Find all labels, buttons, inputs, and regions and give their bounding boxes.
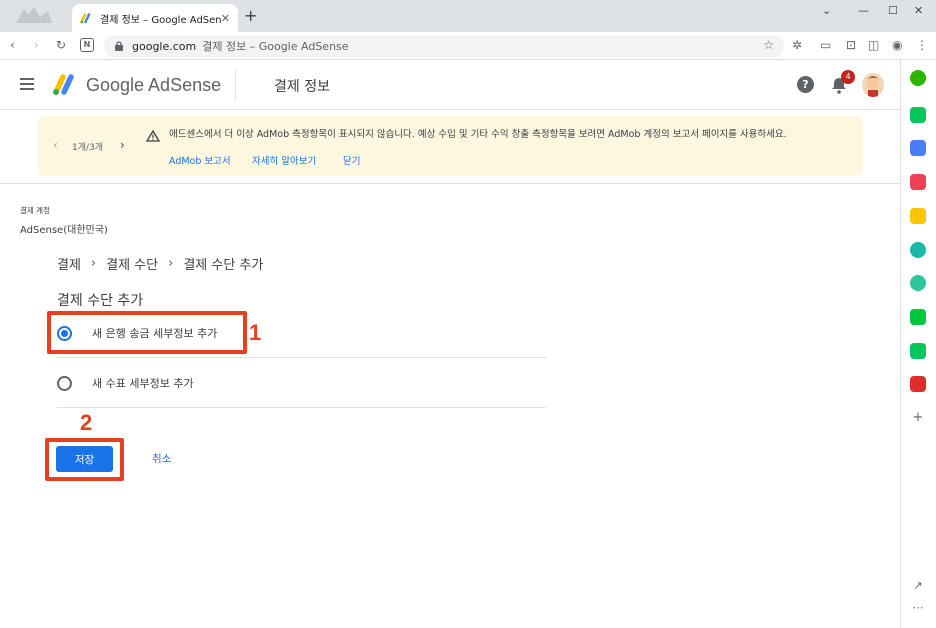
option-divider bbox=[57, 357, 546, 358]
section-title: 결제 수단 추가 bbox=[57, 293, 144, 309]
radio-check[interactable] bbox=[57, 375, 72, 391]
address-bar[interactable]: google.com 결제 정보 – Google AdSense ☆ bbox=[104, 35, 784, 57]
account-label: 결제 계정 bbox=[20, 206, 50, 215]
breadcrumb-chevron-icon: › bbox=[168, 256, 174, 271]
breadcrumb-payment-methods[interactable]: 결제 수단 bbox=[106, 254, 158, 273]
admob-notice-banner: ‹ 1개/3개 › 애드센스에서 더 이상 AdMob 측정항목이 표시되지 않… bbox=[38, 116, 863, 176]
url-host: google.com bbox=[132, 39, 197, 53]
annotation-number-1: 1 bbox=[249, 320, 262, 345]
adsense-header: Google AdSense 결제 정보 ? 4 bbox=[0, 60, 900, 110]
url-page-title: 결제 정보 – Google AdSense bbox=[202, 40, 349, 53]
banner-prev-icon[interactable]: ‹ bbox=[53, 138, 58, 152]
annotation-box-1 bbox=[47, 311, 247, 354]
reload-icon[interactable]: ↻ bbox=[56, 37, 66, 53]
browser-toolbar: ‹ › ↻ N google.com 결제 정보 – Google AdSens… bbox=[0, 32, 936, 60]
hamburger-menu-icon[interactable] bbox=[20, 78, 34, 90]
profile-icon[interactable]: ◉ bbox=[892, 37, 902, 53]
side-more-icon[interactable]: ⋯ bbox=[910, 600, 926, 616]
avatar[interactable] bbox=[862, 73, 884, 97]
side-play-app-icon[interactable] bbox=[910, 275, 926, 291]
side-add-icon[interactable]: + bbox=[910, 410, 926, 426]
side-calendar-app-icon[interactable] bbox=[910, 140, 926, 156]
breadcrumb-chevron-icon: › bbox=[90, 256, 97, 271]
side-star-app-icon[interactable] bbox=[910, 208, 926, 224]
active-tab[interactable]: 결제 정보 – Google AdSense ✕ bbox=[72, 4, 238, 32]
option-check-label: 새 수표 세부정보 추가 bbox=[92, 377, 194, 390]
side-chat-app-icon[interactable] bbox=[910, 309, 926, 325]
tab-close-icon[interactable]: ✕ bbox=[221, 12, 230, 25]
warning-icon bbox=[145, 127, 161, 142]
screenshot-icon[interactable]: ⊡ bbox=[846, 37, 856, 53]
admob-report-link[interactable]: AdMob 보고서 bbox=[169, 153, 231, 167]
window-close-icon[interactable]: ✕ bbox=[914, 4, 923, 17]
bookmark-star-icon[interactable]: ☆ bbox=[763, 38, 774, 52]
content-divider bbox=[0, 183, 900, 184]
page-title: 결제 정보 bbox=[274, 79, 330, 95]
browser-menu-icon[interactable]: ⋮ bbox=[916, 37, 928, 53]
adsense-favicon-icon bbox=[80, 12, 92, 24]
option-divider bbox=[57, 407, 546, 408]
breadcrumb: 결제 › 결제 수단 › 결제 수단 추가 bbox=[57, 254, 263, 273]
side-now-app-icon[interactable] bbox=[910, 376, 926, 392]
back-icon[interactable]: ‹ bbox=[10, 37, 15, 53]
tab-search-icon[interactable]: ⌄ bbox=[822, 4, 831, 17]
side-square-app-icon[interactable] bbox=[910, 343, 926, 359]
account-name: AdSense(대한민국) bbox=[20, 225, 108, 236]
annotation-box-2 bbox=[45, 438, 124, 481]
side-open-external-icon[interactable]: ↗ bbox=[910, 578, 926, 594]
side-refresh-app-icon[interactable] bbox=[910, 242, 926, 258]
side-bell-app-icon[interactable] bbox=[910, 107, 926, 123]
notification-badge: 4 bbox=[841, 70, 855, 84]
banner-dismiss-link[interactable]: 닫기 bbox=[343, 153, 360, 167]
option-check[interactable]: 새 수표 세부정보 추가 bbox=[57, 375, 194, 391]
side-pocket-app-icon[interactable] bbox=[910, 174, 926, 190]
annotation-number-2: 2 bbox=[80, 410, 93, 435]
help-icon[interactable]: ? bbox=[797, 76, 814, 93]
extensions-puzzle-icon[interactable]: ✲ bbox=[792, 37, 802, 53]
cast-icon[interactable]: ▭ bbox=[820, 37, 831, 53]
browser-logo-icon bbox=[14, 5, 54, 27]
maximize-icon[interactable]: ☐ bbox=[888, 4, 898, 17]
lock-icon bbox=[114, 41, 124, 51]
breadcrumb-payments[interactable]: 결제 bbox=[57, 254, 81, 273]
learn-more-link[interactable]: 자세히 알아보기 bbox=[252, 153, 316, 167]
banner-pager: 1개/3개 bbox=[72, 143, 104, 153]
adsense-logo-icon bbox=[52, 72, 76, 96]
new-tab-button[interactable]: + bbox=[244, 8, 257, 24]
forward-icon[interactable]: › bbox=[34, 37, 39, 53]
banner-message: 애드센스에서 더 이상 AdMob 측정항목이 표시되지 않습니다. 예상 수입… bbox=[169, 129, 787, 140]
brand-name: Google AdSense bbox=[86, 75, 222, 95]
banner-next-icon[interactable]: › bbox=[120, 138, 125, 152]
naver-extension-icon[interactable]: N bbox=[80, 38, 94, 52]
side-panel-icon[interactable]: ◫ bbox=[868, 37, 879, 53]
tab-title: 결제 정보 – Google AdSense bbox=[100, 14, 221, 26]
breadcrumb-add-payment-method: 결제 수단 추가 bbox=[183, 258, 264, 273]
browser-side-panel: + ↗ ⋯ bbox=[900, 60, 936, 628]
tab-strip: 결제 정보 – Google AdSense ✕ + ⌄ — ☐ ✕ bbox=[0, 0, 936, 32]
minimize-icon[interactable]: — bbox=[858, 4, 869, 17]
cancel-button[interactable]: 취소 bbox=[152, 451, 171, 466]
header-divider bbox=[235, 70, 236, 100]
side-green-app-icon[interactable] bbox=[910, 70, 926, 86]
